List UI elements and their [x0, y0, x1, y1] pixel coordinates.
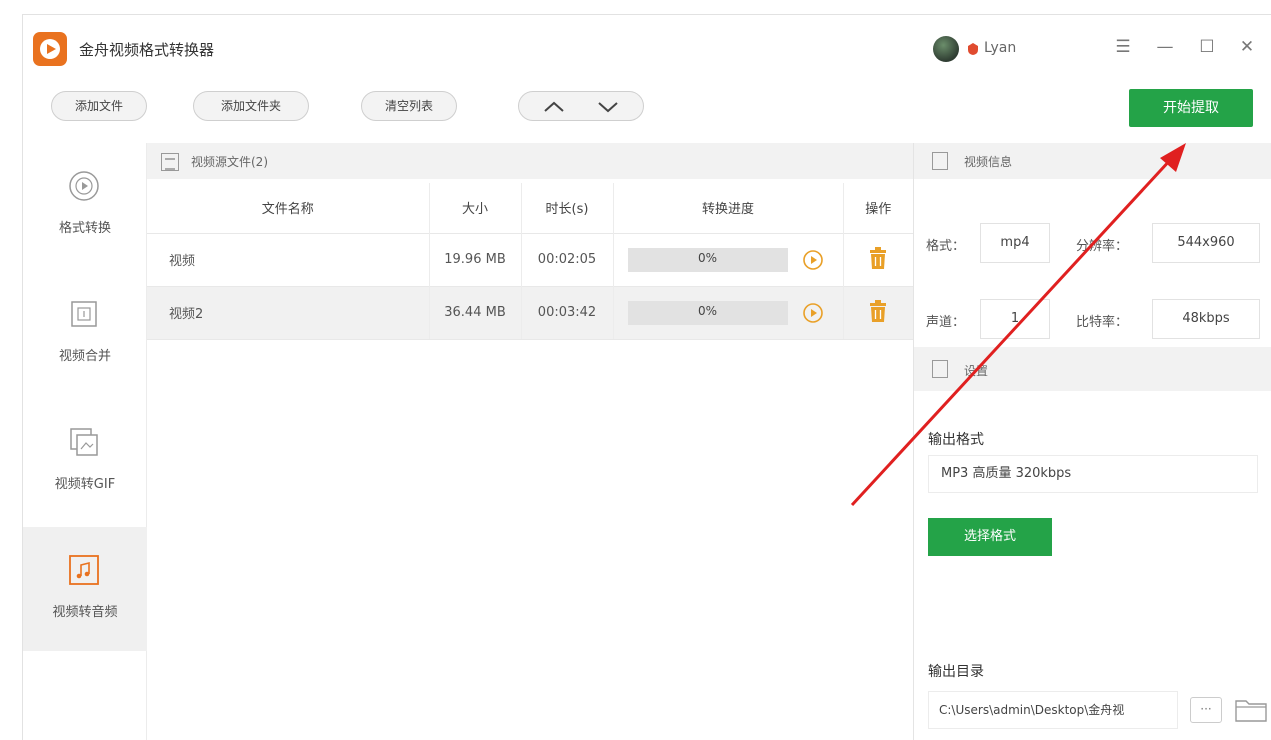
column-header-progress: 转换进度 — [613, 183, 844, 233]
delete-icon[interactable] — [868, 299, 888, 323]
file-name: 视频 — [147, 232, 430, 286]
move-down-icon[interactable] — [595, 96, 621, 118]
settings-header: 设置 — [914, 347, 1271, 391]
username[interactable]: Lyan — [984, 40, 1016, 56]
file-list-header: 视频源文件(2) — [147, 143, 913, 179]
file-list-panel: 视频源文件(2) 文件名称 大小 时长(s) 转换进度 操作 视频 19.96 … — [147, 143, 913, 740]
settings-icon — [932, 360, 948, 378]
app-title: 金舟视频格式转换器 — [79, 41, 215, 59]
progress-cell: 0% — [613, 232, 844, 286]
column-header-name: 文件名称 — [147, 183, 430, 233]
progress-text: 0% — [697, 250, 718, 265]
file-duration: 00:02:05 — [521, 232, 614, 286]
channel-value: 1 — [980, 299, 1050, 339]
maximize-icon[interactable]: ☐ — [1195, 35, 1219, 59]
sidebar-item-label: 格式转换 — [58, 221, 111, 236]
close-icon[interactable]: ✕ — [1235, 35, 1259, 59]
sidebar: 格式转换 视频合并 视频转GIF 视频转音频 — [23, 143, 147, 740]
file-size: 19.96 MB — [429, 232, 522, 286]
sidebar-item-video-to-gif[interactable]: 视频转GIF — [23, 399, 147, 523]
progress-cell: 0% — [613, 285, 844, 340]
delete-icon[interactable] — [868, 246, 888, 270]
toolbar: 添加文件 添加文件夹 清空列表 开始提取 — [23, 79, 1271, 143]
play-icon[interactable] — [802, 302, 824, 324]
progress-text: 0% — [697, 303, 718, 318]
sidebar-item-video-merge[interactable]: 视频合并 — [23, 271, 147, 395]
bitrate-label: 比特率： — [1076, 315, 1129, 330]
channel-label: 声道： — [926, 315, 966, 330]
action-cell — [843, 285, 913, 340]
move-up-icon[interactable] — [541, 96, 567, 118]
list-icon — [161, 153, 179, 171]
format-value: mp4 — [980, 223, 1050, 263]
play-circle-icon — [69, 171, 99, 201]
bitrate-value: 48kbps — [1152, 299, 1260, 339]
user-avatar[interactable] — [933, 36, 959, 62]
reorder-group — [518, 91, 644, 121]
menu-icon[interactable]: ☰ — [1111, 35, 1135, 59]
browse-button[interactable]: ··· — [1190, 697, 1222, 723]
start-extract-button[interactable]: 开始提取 — [1129, 89, 1253, 127]
column-header-size: 大小 — [429, 183, 522, 233]
sidebar-item-label: 视频转GIF — [54, 477, 116, 492]
choose-format-button[interactable]: 选择格式 — [928, 518, 1052, 556]
output-format-label: 输出格式 — [928, 432, 984, 448]
action-cell — [843, 232, 913, 286]
add-file-button[interactable]: 添加文件 — [51, 91, 147, 121]
table-header-row: 文件名称 大小 时长(s) 转换进度 操作 — [147, 183, 913, 233]
sidebar-item-label: 视频转音频 — [52, 605, 118, 620]
sidebar-item-label: 视频合并 — [58, 349, 111, 364]
title-bar: 金舟视频格式转换器 Lyan ☰ — ☐ ✕ — [23, 15, 1271, 79]
merge-icon — [71, 301, 97, 327]
add-folder-button[interactable]: 添加文件夹 — [193, 91, 309, 121]
video-info-header: 视频信息 — [914, 143, 1271, 179]
right-panel: 视频信息 格式： mp4 分辨率： 544x960 声道： 1 比特率： 48k… — [913, 143, 1271, 740]
video-info-title: 视频信息 — [964, 155, 1013, 169]
file-name: 视频2 — [147, 285, 430, 340]
sidebar-item-video-to-audio[interactable]: 视频转音频 — [23, 527, 147, 651]
music-note-icon — [69, 555, 99, 585]
info-icon — [932, 152, 948, 170]
file-duration: 00:03:42 — [521, 285, 614, 340]
play-icon[interactable] — [802, 249, 824, 271]
settings-title: 设置 — [964, 364, 989, 378]
sidebar-item-format-convert[interactable]: 格式转换 — [23, 143, 147, 267]
clear-list-button[interactable]: 清空列表 — [361, 91, 457, 121]
file-list-title: 视频源文件(2) — [191, 155, 268, 169]
file-size: 36.44 MB — [429, 285, 522, 340]
column-header-duration: 时长(s) — [521, 183, 614, 233]
output-dir-field[interactable]: C:\Users\admin\Desktop\金舟视 — [928, 691, 1178, 729]
format-label: 格式： — [926, 239, 966, 254]
output-format-value: MP3 高质量 320kbps — [928, 455, 1258, 493]
app-logo-icon — [33, 32, 67, 66]
resolution-value: 544x960 — [1152, 223, 1260, 263]
output-dir-label: 输出目录 — [928, 664, 984, 680]
folder-icon[interactable] — [1234, 697, 1268, 723]
column-header-actions: 操作 — [843, 183, 913, 233]
file-table: 文件名称 大小 时长(s) 转换进度 操作 视频 19.96 MB 00:02:… — [147, 183, 913, 340]
app-window: 金舟视频格式转换器 Lyan ☰ — ☐ ✕ 添加文件 添加文件夹 清空列表 开… — [22, 14, 1271, 740]
gif-icon — [70, 428, 98, 456]
table-row[interactable]: 视频 19.96 MB 00:02:05 0% — [147, 232, 913, 286]
resolution-label: 分辨率： — [1076, 239, 1129, 254]
vip-badge-icon — [968, 43, 978, 55]
table-row[interactable]: 视频2 36.44 MB 00:03:42 0% — [147, 285, 913, 340]
minimize-icon[interactable]: — — [1153, 35, 1177, 59]
